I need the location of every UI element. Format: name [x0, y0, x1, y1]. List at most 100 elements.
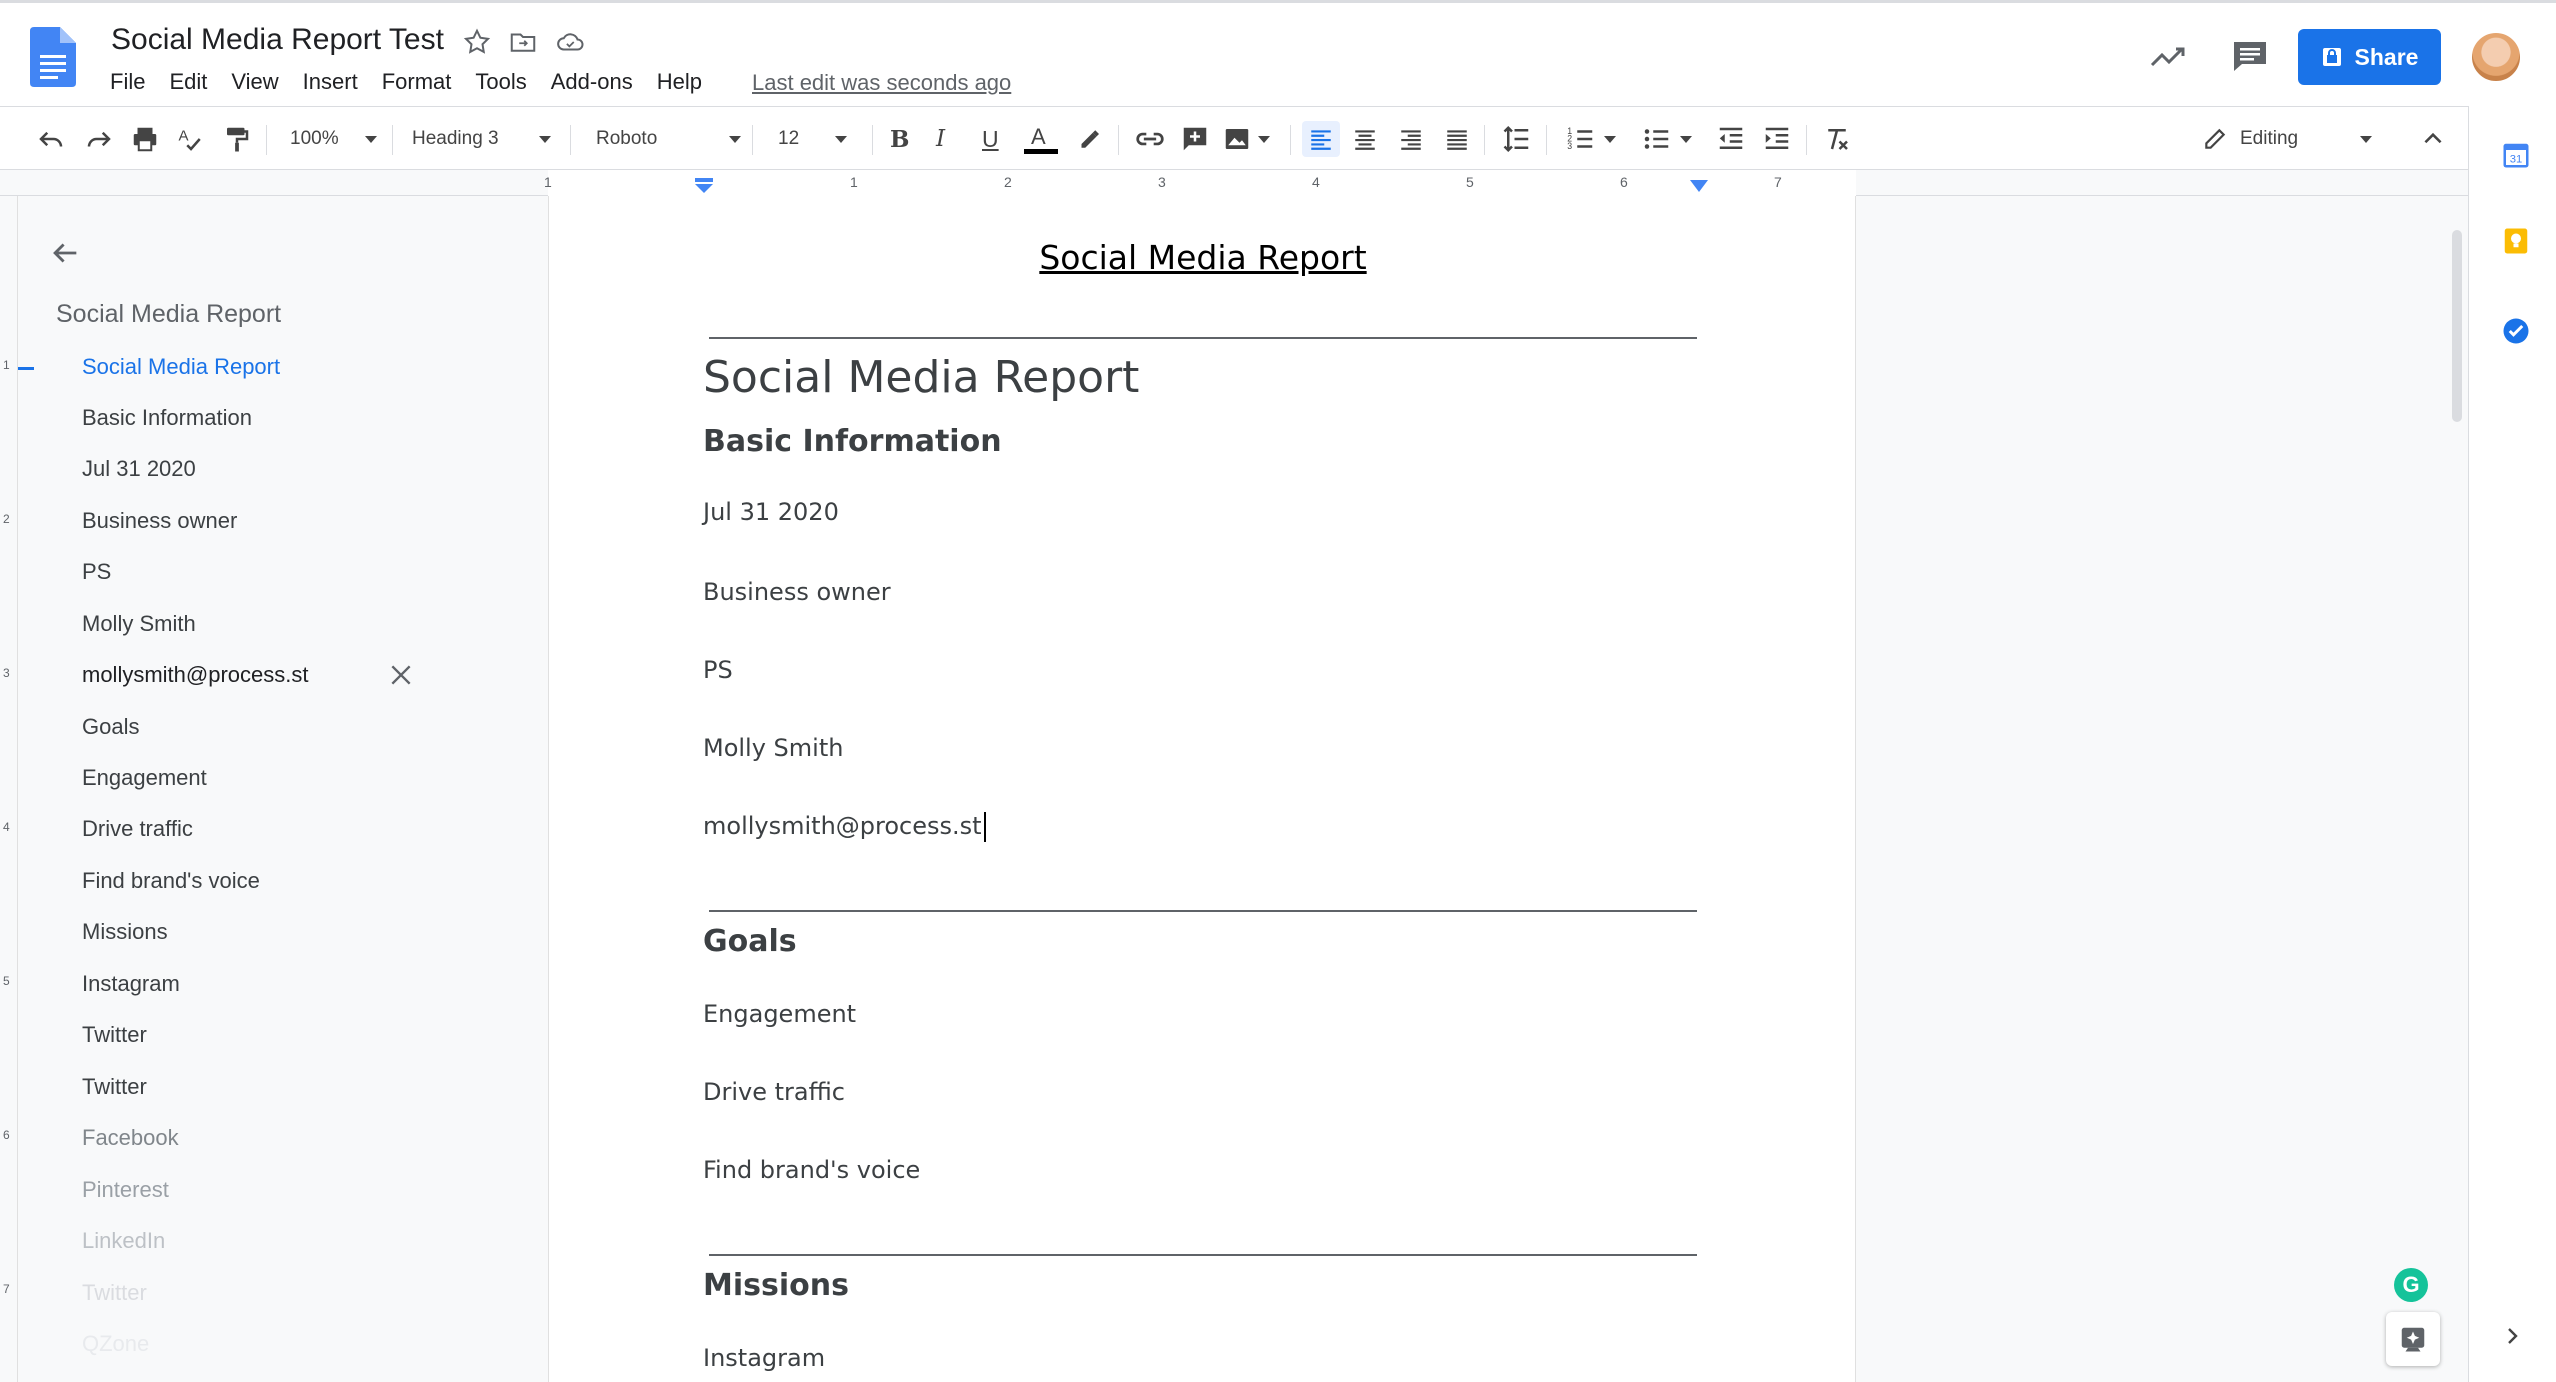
- keep-icon[interactable]: [2501, 226, 2531, 256]
- outline-item[interactable]: Basic Information: [82, 405, 252, 431]
- outline-item[interactable]: Business owner: [82, 508, 237, 534]
- name-text[interactable]: Molly Smith: [703, 734, 843, 762]
- menu-bar: File Edit View Insert Format Tools Add-o…: [110, 69, 726, 95]
- increase-indent-icon[interactable]: [1762, 121, 1792, 157]
- print-icon[interactable]: [130, 121, 160, 157]
- outline-item[interactable]: mollysmith@process.st: [82, 662, 309, 688]
- grammarly-icon[interactable]: G: [2394, 1268, 2428, 1302]
- menu-insert[interactable]: Insert: [303, 69, 358, 95]
- remove-from-outline-icon[interactable]: [388, 662, 414, 688]
- goal-text[interactable]: Engagement: [703, 1000, 856, 1028]
- outline-item[interactable]: Find brand's voice: [82, 868, 260, 894]
- numbered-list-icon[interactable]: 123: [1566, 121, 1616, 157]
- outline-item[interactable]: LinkedIn: [82, 1228, 165, 1254]
- insert-image-icon[interactable]: [1222, 121, 1270, 157]
- decrease-indent-icon[interactable]: [1716, 121, 1746, 157]
- outline-item[interactable]: QZone: [82, 1331, 149, 1357]
- bold-icon[interactable]: B: [890, 121, 909, 157]
- outline-item[interactable]: Jul 31 2020: [82, 456, 196, 482]
- align-left-icon[interactable]: [1302, 121, 1340, 157]
- outline-item[interactable]: Twitter: [82, 1280, 147, 1306]
- outline-item[interactable]: PS: [82, 559, 111, 585]
- menu-addons[interactable]: Add-ons: [551, 69, 633, 95]
- outline-item[interactable]: Missions: [82, 919, 168, 945]
- menu-format[interactable]: Format: [382, 69, 452, 95]
- scrollbar-thumb[interactable]: [2452, 230, 2462, 422]
- google-docs-logo-icon[interactable]: [30, 27, 76, 87]
- right-indent-marker-icon[interactable]: [1690, 180, 1708, 194]
- vertical-scrollbar[interactable]: [2444, 196, 2468, 1382]
- mission-text[interactable]: Instagram: [703, 1344, 825, 1372]
- move-folder-icon[interactable]: [508, 27, 538, 57]
- initials-text[interactable]: PS: [703, 656, 733, 684]
- hide-menus-icon[interactable]: [2420, 121, 2446, 157]
- menu-tools[interactable]: Tools: [475, 69, 526, 95]
- calendar-icon[interactable]: 31: [2501, 140, 2531, 170]
- share-button[interactable]: Share: [2298, 29, 2441, 85]
- highlight-color-icon[interactable]: [1074, 121, 1104, 157]
- align-center-icon[interactable]: [1352, 121, 1378, 157]
- menu-view[interactable]: View: [231, 69, 278, 95]
- paint-format-icon[interactable]: [222, 121, 252, 157]
- font-select[interactable]: Roboto: [596, 121, 742, 157]
- justify-icon[interactable]: [1444, 121, 1470, 157]
- document-title[interactable]: Social Media Report Test: [111, 23, 444, 57]
- goals-heading[interactable]: Goals: [703, 924, 797, 959]
- outline-item[interactable]: Twitter: [82, 1074, 147, 1100]
- tasks-icon[interactable]: [2501, 316, 2531, 346]
- align-right-icon[interactable]: [1398, 121, 1424, 157]
- menu-edit[interactable]: Edit: [169, 69, 207, 95]
- add-comment-icon[interactable]: [1180, 121, 1210, 157]
- undo-icon[interactable]: [36, 121, 66, 157]
- goal-text[interactable]: Drive traffic: [703, 1078, 845, 1106]
- svg-text:A: A: [1031, 124, 1046, 149]
- outline-item[interactable]: Drive traffic: [82, 816, 193, 842]
- outline-item[interactable]: Facebook: [82, 1125, 179, 1151]
- paragraph-style-select[interactable]: Heading 3: [412, 121, 551, 157]
- font-size-select[interactable]: 12: [778, 121, 848, 157]
- menu-help[interactable]: Help: [657, 69, 702, 95]
- text-color-icon[interactable]: A: [1022, 121, 1060, 157]
- explore-button[interactable]: [2386, 1312, 2440, 1366]
- outline-item[interactable]: Pinterest: [82, 1177, 169, 1203]
- editing-mode-select[interactable]: Editing: [2202, 121, 2373, 157]
- clear-formatting-icon[interactable]: [1822, 121, 1852, 157]
- left-indent-marker-icon[interactable]: [694, 178, 714, 194]
- basic-information-heading[interactable]: Basic Information: [703, 424, 1002, 459]
- missions-heading[interactable]: Missions: [703, 1268, 849, 1303]
- bulleted-list-icon[interactable]: [1642, 121, 1692, 157]
- title-bar: Social Media Report Test File Edit View …: [0, 0, 2556, 106]
- avatar[interactable]: [2470, 31, 2522, 83]
- zoom-select[interactable]: 100%: [290, 121, 377, 157]
- outline-item[interactable]: Social Media Report: [82, 354, 280, 380]
- redo-icon[interactable]: [84, 121, 114, 157]
- outline-item[interactable]: Molly Smith: [82, 611, 196, 637]
- outline-item[interactable]: Twitter: [82, 1022, 147, 1048]
- menu-file[interactable]: File: [110, 69, 145, 95]
- cloud-status-icon[interactable]: [555, 27, 585, 57]
- activity-dashboard-icon[interactable]: [2148, 41, 2188, 71]
- document-title-heading[interactable]: Social Media Report: [703, 352, 1139, 403]
- line-spacing-icon[interactable]: [1502, 121, 1532, 157]
- vruler-label: 2: [3, 512, 10, 526]
- email-paragraph[interactable]: mollysmith@process.st: [703, 812, 986, 842]
- insert-link-icon[interactable]: [1134, 121, 1166, 157]
- role-text[interactable]: Business owner: [703, 578, 891, 606]
- show-side-panel-chevron-icon[interactable]: [2500, 1324, 2524, 1348]
- document-page[interactable]: Social Media Report Social Media Report …: [548, 196, 1856, 1382]
- star-icon[interactable]: [462, 27, 492, 57]
- outline-item[interactable]: Instagram: [82, 971, 180, 997]
- comment-history-icon[interactable]: [2231, 39, 2269, 73]
- date-text[interactable]: Jul 31 2020: [703, 498, 839, 526]
- vertical-ruler: 1 2 3 4 5 6 7: [0, 196, 18, 1382]
- goal-text[interactable]: Find brand's voice: [703, 1156, 920, 1184]
- close-outline-arrow-icon[interactable]: [48, 236, 82, 270]
- last-edit-link[interactable]: Last edit was seconds ago: [752, 70, 1011, 96]
- outline-item[interactable]: Goals: [82, 714, 139, 740]
- italic-icon[interactable]: I: [936, 121, 945, 157]
- page-header-title[interactable]: Social Media Report: [549, 238, 1857, 277]
- underline-icon[interactable]: U: [982, 121, 999, 157]
- outline-item[interactable]: Engagement: [82, 765, 207, 791]
- spellcheck-icon[interactable]: A: [176, 121, 206, 157]
- horizontal-ruler[interactable]: 1 1 2 3 4 5 6 7: [0, 170, 2468, 196]
